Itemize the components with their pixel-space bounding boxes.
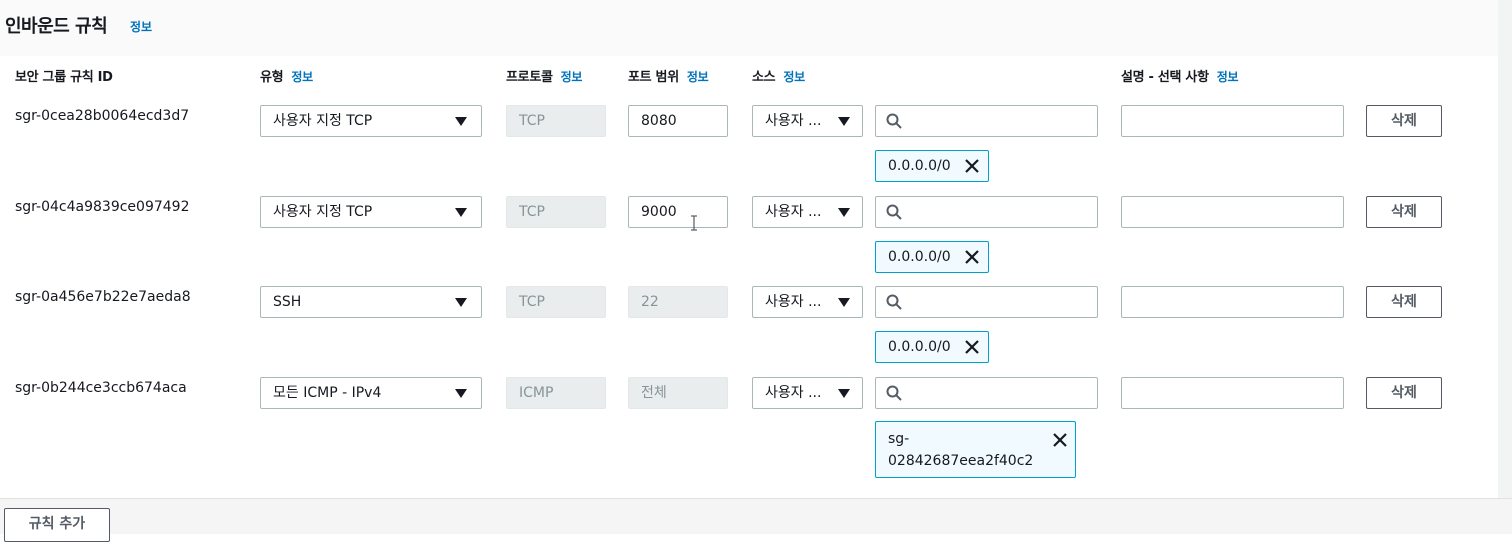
source-search-input[interactable]	[875, 196, 1098, 228]
protocol-field: ICMP	[506, 377, 606, 409]
delete-button[interactable]: 삭제	[1366, 377, 1442, 409]
rule-id: sgr-0cea28b0064ecd3d7	[15, 108, 190, 124]
column-header-description: 설명 - 선택 사항 정보	[1121, 70, 1239, 85]
column-header-type: 유형 정보	[260, 70, 313, 85]
source-token: 0.0.0.0/0	[875, 331, 989, 363]
search-icon	[886, 385, 902, 401]
close-icon[interactable]	[964, 249, 980, 265]
text-cursor-icon	[691, 215, 697, 231]
caret-down-icon	[455, 298, 467, 307]
caret-down-icon	[838, 208, 850, 217]
source-select[interactable]: 사용자 ...	[752, 196, 863, 228]
caret-down-icon	[455, 117, 467, 126]
source-token: sg- 02842687eea2f40c2	[875, 421, 1076, 478]
caret-down-icon	[455, 208, 467, 217]
rule-id: sgr-0b244ce3ccb674aca	[15, 380, 187, 396]
source-info-link[interactable]: 정보	[783, 70, 805, 84]
rule-id: sgr-04c4a9839ce097492	[15, 199, 190, 215]
title-info-link[interactable]: 정보	[130, 18, 152, 35]
port-range-field: 전체	[628, 377, 728, 409]
source-select[interactable]: 사용자 ...	[752, 105, 863, 137]
port-range-field: 22	[628, 286, 728, 318]
delete-button[interactable]: 삭제	[1366, 196, 1442, 228]
source-select[interactable]: 사용자 ...	[752, 286, 863, 318]
delete-button[interactable]: 삭제	[1366, 286, 1442, 318]
section-header-band	[0, 0, 1512, 56]
source-token-label-line2: 02842687eea2f40c2	[888, 453, 1034, 469]
port-range-input[interactable]: 9000	[628, 196, 728, 228]
source-token: 0.0.0.0/0	[875, 241, 989, 273]
port-range-info-link[interactable]: 정보	[687, 70, 709, 84]
source-search-input[interactable]	[875, 377, 1098, 409]
description-input[interactable]	[1121, 105, 1344, 137]
type-select[interactable]: 모든 ICMP - IPv4	[260, 377, 482, 409]
rule-id: sgr-0a456e7b22e7aeda8	[15, 289, 191, 305]
source-search-input[interactable]	[875, 105, 1098, 137]
caret-down-icon	[455, 389, 467, 398]
source-token-label: 0.0.0.0/0	[888, 249, 951, 265]
close-icon[interactable]	[964, 158, 980, 174]
column-header-protocol: 프로토콜 정보	[506, 70, 583, 85]
source-token-label-line1: sg-	[888, 431, 910, 447]
search-icon	[886, 204, 902, 220]
column-header-port-range: 포트 범위 정보	[628, 70, 709, 85]
description-input[interactable]	[1121, 377, 1344, 409]
close-icon[interactable]	[1052, 432, 1068, 448]
port-range-input[interactable]: 8080	[628, 105, 728, 137]
description-input[interactable]	[1121, 196, 1344, 228]
page-title: 인바운드 규칙	[5, 16, 108, 37]
source-token-label: 0.0.0.0/0	[888, 339, 951, 355]
type-select[interactable]: 사용자 지정 TCP	[260, 105, 482, 137]
column-header-source: 소스 정보	[752, 70, 805, 85]
source-token-label: 0.0.0.0/0	[888, 158, 951, 174]
description-input[interactable]	[1121, 286, 1344, 318]
protocol-field: TCP	[506, 196, 606, 228]
footer-band	[0, 498, 1512, 534]
protocol-field: TCP	[506, 105, 606, 137]
source-token: 0.0.0.0/0	[875, 150, 989, 182]
description-info-link[interactable]: 정보	[1217, 70, 1239, 84]
caret-down-icon	[838, 298, 850, 307]
caret-down-icon	[838, 389, 850, 398]
add-rule-button[interactable]: 규칙 추가	[4, 508, 110, 542]
close-icon[interactable]	[964, 339, 980, 355]
caret-down-icon	[838, 117, 850, 126]
column-header-rule-id: 보안 그룹 규칙 ID	[15, 70, 113, 85]
search-icon	[886, 113, 902, 129]
source-search-input[interactable]	[875, 286, 1098, 318]
page-edge	[1498, 0, 1512, 533]
protocol-field: TCP	[506, 286, 606, 318]
source-select[interactable]: 사용자 ...	[752, 377, 863, 409]
type-info-link[interactable]: 정보	[291, 70, 313, 84]
protocol-info-link[interactable]: 정보	[561, 70, 583, 84]
type-select[interactable]: SSH	[260, 286, 482, 318]
type-select[interactable]: 사용자 지정 TCP	[260, 196, 482, 228]
delete-button[interactable]: 삭제	[1366, 105, 1442, 137]
search-icon	[886, 294, 902, 310]
